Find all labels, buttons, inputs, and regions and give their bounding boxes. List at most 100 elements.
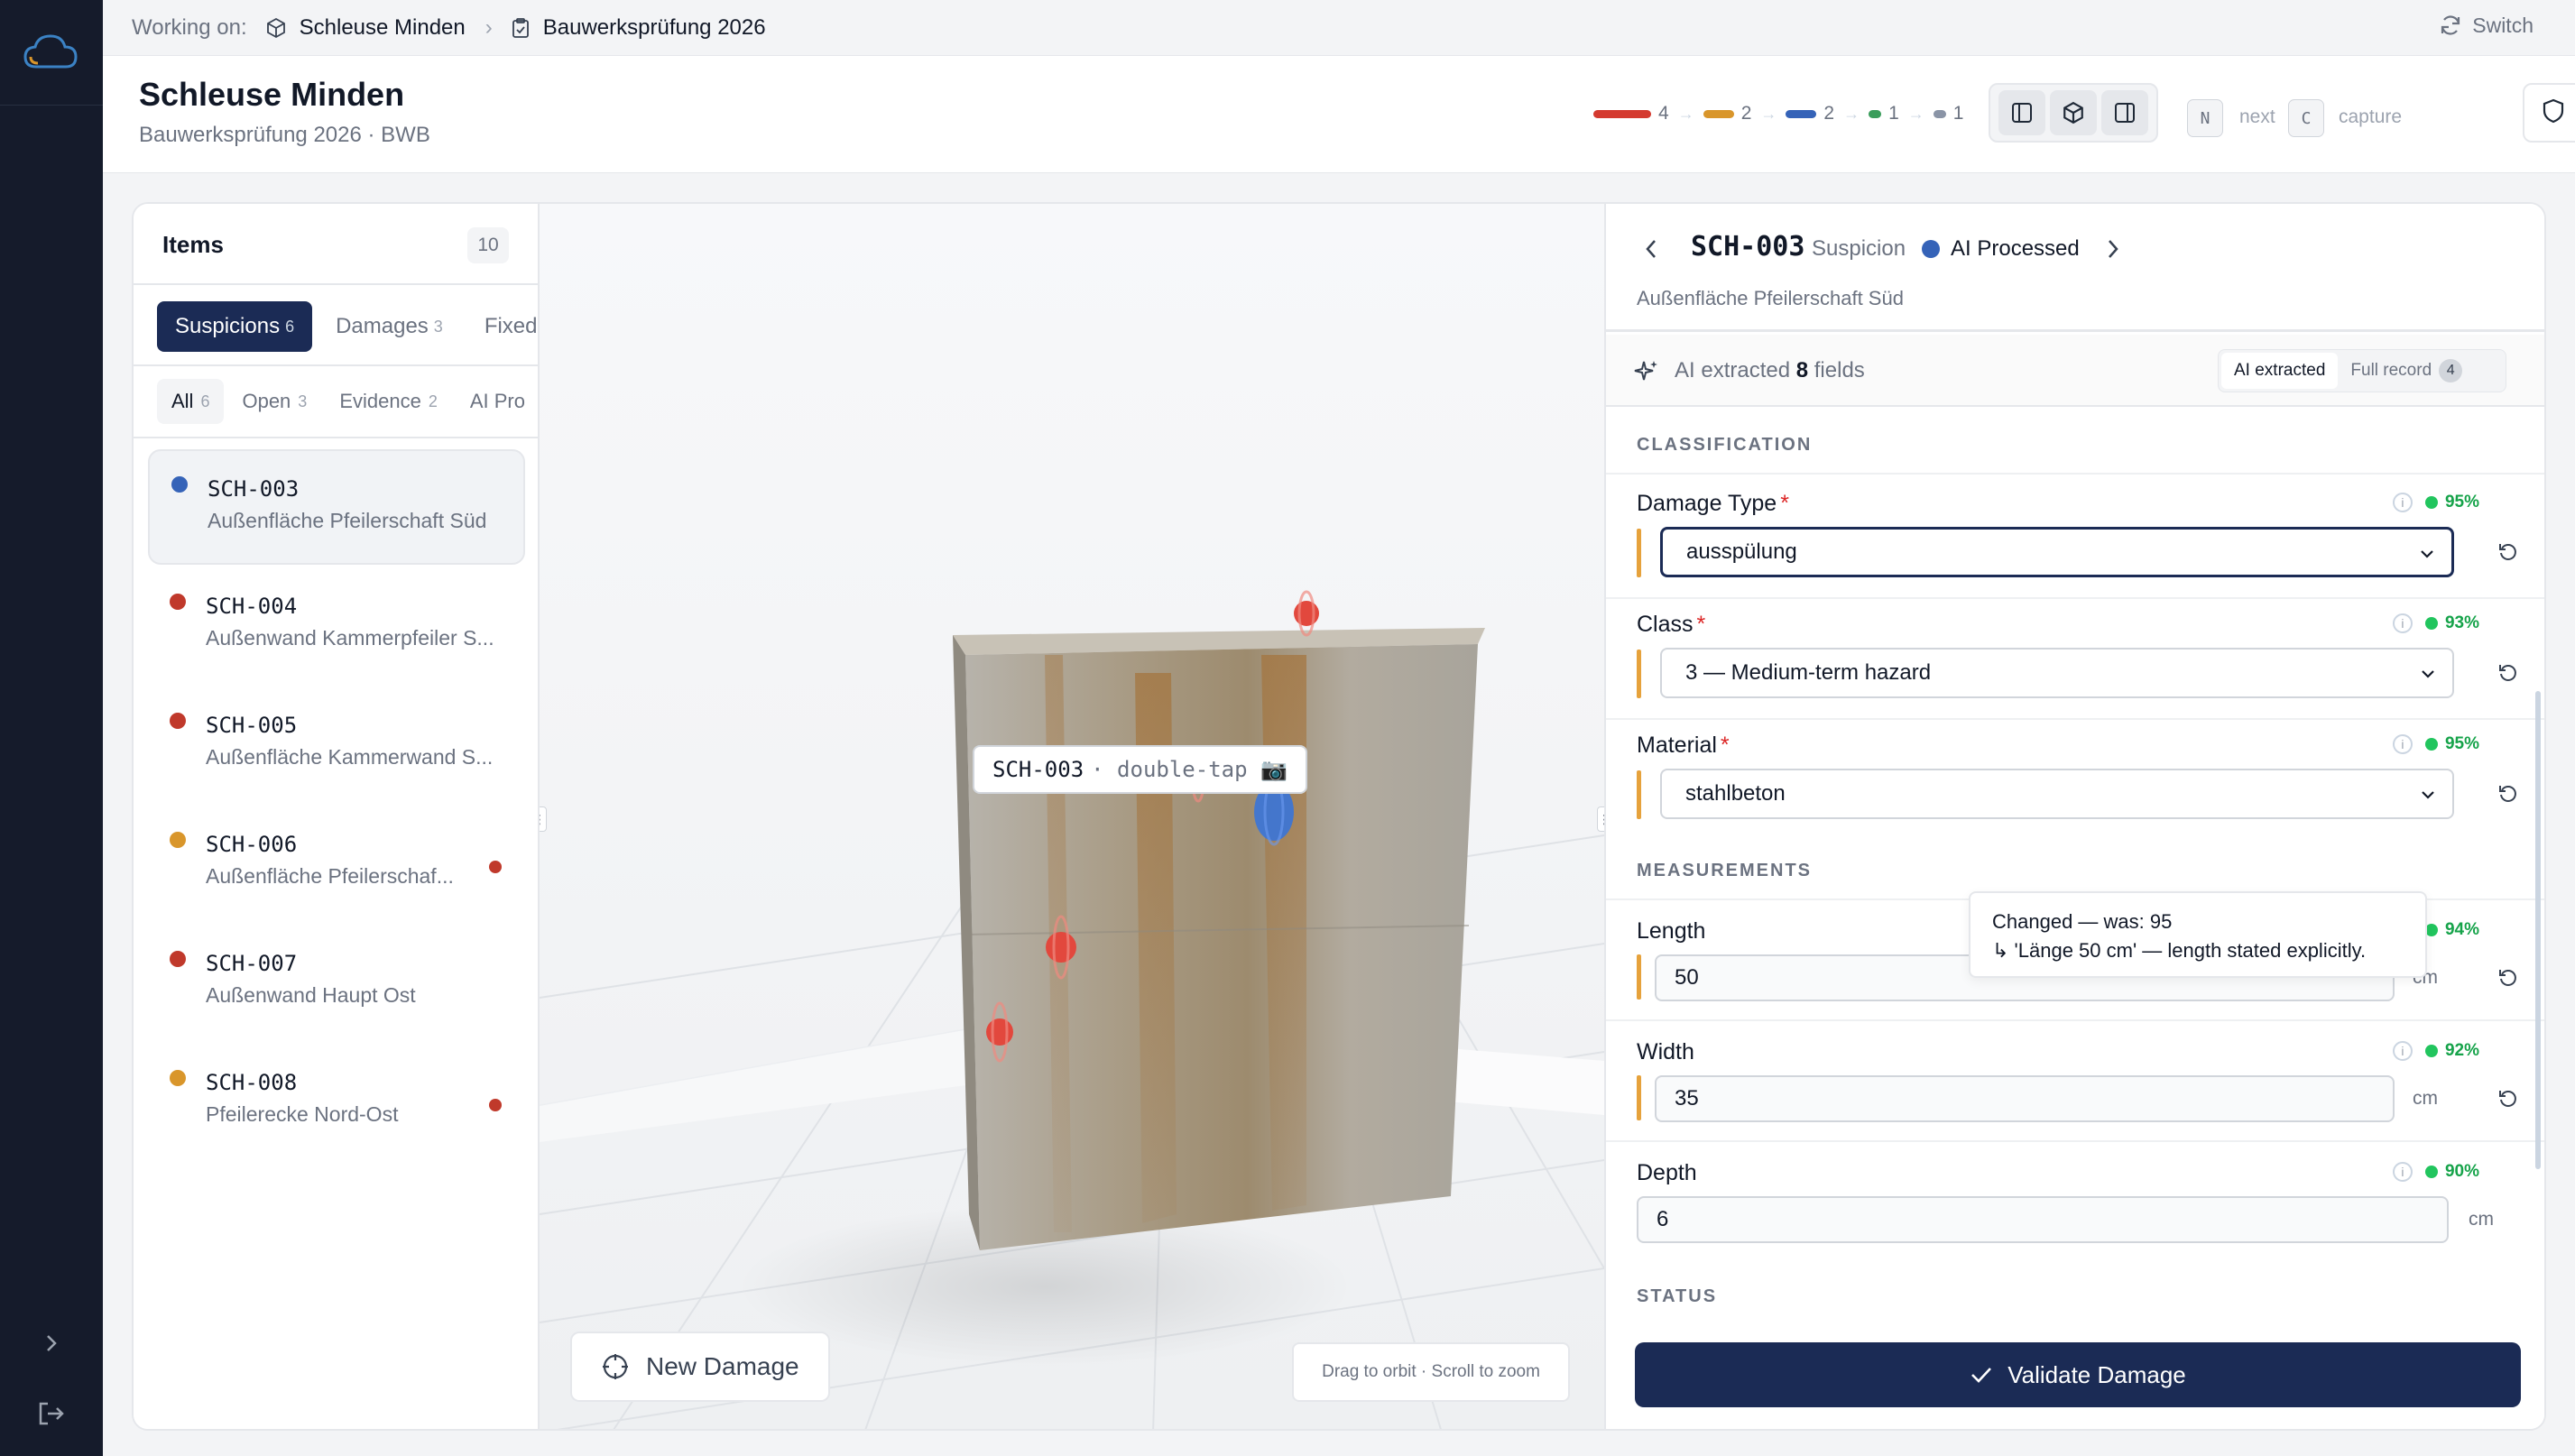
sparkles-icon [1634, 361, 1657, 381]
changed-marker [1637, 954, 1641, 1000]
material-confidence: i 95% [2392, 734, 2479, 754]
info-icon[interactable]: i [2392, 493, 2413, 512]
reset-icon[interactable] [2490, 960, 2526, 996]
resize-handle-left-icon[interactable]: ⋮ [540, 806, 547, 832]
status-dot [171, 476, 188, 493]
filter-open[interactable]: Open 3 [227, 379, 321, 424]
crosshair-icon [603, 1354, 628, 1379]
kbd-capture-label: capture [2339, 106, 2403, 127]
divider [134, 283, 538, 285]
item-location: Außenfläche Kammerwand S... [206, 745, 494, 769]
items-panel: Items 10 Suspicions 6 Damages 3 Fixed All 6… [134, 204, 540, 1429]
damage-marker-red-1[interactable] [1294, 590, 1319, 637]
pipeline-arrow-icon: → [1677, 104, 1694, 123]
previous-chevron-icon[interactable] [1633, 231, 1669, 267]
divider [1606, 597, 2544, 599]
damage-type-select[interactable]: ausspülung [1660, 527, 2454, 577]
depth-input[interactable]: 6 [1637, 1196, 2449, 1243]
depth-confidence: i 90% [2392, 1162, 2479, 1182]
page-title: Schleuse Minden [139, 76, 405, 113]
3d-viewer[interactable]: SCH-003 · double-tap 📷 New Damage Drag t… [540, 204, 1604, 1431]
info-icon[interactable]: i [2392, 734, 2413, 754]
list-item[interactable]: SCH-005 Außenfläche Kammerwand S... [148, 687, 525, 803]
material-select[interactable]: stahlbeton [1660, 769, 2454, 819]
status-dot [170, 832, 186, 848]
filter-all[interactable]: All 6 [157, 379, 225, 424]
tab-fixed[interactable]: Fixed [466, 301, 538, 352]
depth-label: Depth [1637, 1160, 1697, 1185]
tab-damages[interactable]: Damages 3 [318, 301, 461, 352]
orbit-hint: Drag to orbit · Scroll to zoom [1292, 1342, 1570, 1402]
seg-full-record[interactable]: Full record 4 [2338, 353, 2475, 389]
reset-icon[interactable] [2490, 655, 2526, 691]
reset-icon[interactable] [2490, 776, 2526, 812]
validate-label: Validate Damage [2007, 1360, 2186, 1388]
divider [1606, 1140, 2544, 1142]
chevron-down-icon [2422, 670, 2434, 678]
next-chevron-icon[interactable] [2095, 231, 2131, 267]
divider [134, 364, 538, 366]
item-location: Außenfläche Pfeilerschaft Süd [208, 509, 487, 532]
list-item[interactable]: SCH-006 Außenfläche Pfeilerschaf... [148, 806, 525, 922]
items-filters: All 6 Open 3 Evidence 2 AI Pro [157, 379, 538, 424]
ai-prefix: AI extracted [1675, 358, 1791, 382]
kbd-capture[interactable]: C [2288, 99, 2324, 137]
divider [1606, 718, 2544, 720]
width-input[interactable]: 35 [1655, 1075, 2395, 1122]
status-pipeline: 4 → 2 → 2 → 1 → 1 [1593, 103, 1963, 124]
info-icon[interactable]: i [2392, 1041, 2413, 1061]
refresh-icon [2441, 15, 2460, 35]
filter-ai-processed[interactable]: AI Pro [456, 379, 538, 424]
working-on-label: Working on: [132, 14, 247, 40]
expand-chevron-icon[interactable] [27, 1319, 76, 1368]
resize-handle-right-icon[interactable]: ⋮ [1597, 806, 1604, 832]
cloud-logo-icon[interactable] [20, 27, 83, 78]
ai-count: 8 [1795, 358, 1809, 382]
breadcrumb-project[interactable]: Schleuse Minden [265, 15, 466, 41]
kbd-next[interactable]: N [2187, 99, 2223, 137]
new-damage-label: New Damage [646, 1352, 799, 1380]
list-item[interactable]: SCH-007 Außenwand Haupt Ost [148, 926, 525, 1041]
pipeline-arrow-icon: → [1843, 104, 1860, 123]
3d-scene[interactable] [540, 204, 1604, 1431]
confidence-value: 92% [2444, 1041, 2479, 1060]
items-count-badge: 10 [467, 227, 509, 263]
pipeline-count: 1 [1888, 103, 1899, 124]
confidence-value: 95% [2444, 493, 2479, 511]
seg-ai-extracted[interactable]: AI extracted [2221, 353, 2339, 389]
list-item[interactable]: SCH-004 Außenwand Kammerpfeiler S... [148, 568, 525, 684]
marker-tooltip: SCH-003 · double-tap 📷 [973, 745, 1307, 794]
info-icon[interactable]: i [2392, 1162, 2413, 1182]
list-item[interactable]: SCH-008 Pfeilerecke Nord-Ost [148, 1045, 525, 1160]
validate-damage-button[interactable]: Validate Damage [1635, 1342, 2521, 1407]
left-panel-toggle-icon[interactable] [1998, 90, 2045, 135]
reset-icon[interactable] [2490, 1081, 2526, 1117]
breadcrumb-inspection-label: Bauwerksprüfung 2026 [542, 14, 766, 40]
detail-header: SCH-003 Suspicion AI Processed Außenfläc… [1606, 204, 2544, 332]
3d-view-toggle-icon[interactable] [2049, 90, 2097, 135]
right-panel-toggle-icon[interactable] [2101, 90, 2149, 135]
new-damage-button[interactable]: New Damage [570, 1332, 830, 1402]
info-icon[interactable]: i [2392, 613, 2413, 633]
item-code: SCH-004 [206, 594, 298, 619]
kbd-next-label: next [2239, 106, 2275, 127]
tab-label: Suspicions [175, 314, 281, 338]
detail-scrollbar[interactable] [2535, 691, 2541, 1169]
section-status: STATUS [1637, 1286, 1718, 1306]
tab-suspicions[interactable]: Suspicions 6 [157, 301, 313, 352]
list-item[interactable]: SCH-003 Außenfläche Pfeilerschaft Süd [148, 449, 525, 565]
damage-type-label: Damage Type * [1637, 491, 1789, 516]
switch-button[interactable]: Switch [2438, 13, 2533, 38]
confidence-value: 94% [2444, 920, 2479, 939]
class-select[interactable]: 3 — Medium-term hazard [1660, 648, 2454, 698]
divider [1606, 473, 2544, 475]
logout-icon[interactable] [27, 1389, 76, 1438]
item-code: SCH-005 [206, 713, 298, 738]
tab-count: 3 [433, 317, 443, 336]
breadcrumb-inspection[interactable]: Bauwerksprüfung 2026 [511, 15, 766, 41]
filter-evidence[interactable]: Evidence 2 [325, 379, 452, 424]
view-toggle [1989, 83, 2158, 143]
shield-icon[interactable] [2541, 97, 2566, 129]
tab-label: Fixed [484, 314, 538, 338]
reset-icon[interactable] [2490, 534, 2526, 570]
